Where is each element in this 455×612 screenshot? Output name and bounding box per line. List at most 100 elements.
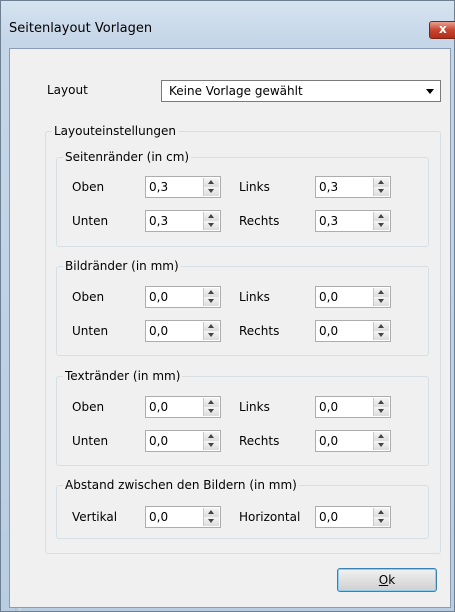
spin-down-button[interactable] (374, 441, 389, 450)
image-bottom-value: 0,0 (149, 324, 169, 338)
text-bottom-value: 0,0 (149, 434, 169, 448)
spin-down-button[interactable] (374, 407, 389, 416)
horizontal-spinner[interactable]: 0,0 (315, 506, 391, 528)
image-left-spinner[interactable]: 0,0 (315, 286, 391, 308)
spin-down-button[interactable] (374, 187, 389, 196)
arrow-up-icon (378, 324, 384, 328)
page-bottom-label: Unten (72, 214, 109, 228)
layout-dropdown-value: Keine Vorlage gewählt (169, 84, 303, 98)
text-top-label: Oben (72, 400, 105, 414)
text-right-value: 0,0 (319, 434, 339, 448)
layout-settings-title: Layouteinstellungen (52, 124, 178, 138)
arrow-down-icon (378, 333, 384, 337)
image-right-value: 0,0 (319, 324, 339, 338)
arrow-down-icon (378, 299, 384, 303)
layout-label: Layout (47, 83, 88, 97)
arrow-down-icon (208, 409, 214, 413)
arrow-up-icon (208, 290, 214, 294)
ok-label-rest: k (388, 573, 396, 587)
image-margins-group: Bildränder (in mm) (56, 259, 429, 356)
page-right-spinner[interactable]: 0,3 (315, 210, 391, 232)
image-right-spinner[interactable]: 0,0 (315, 320, 391, 342)
arrow-down-icon (378, 443, 384, 447)
image-left-value: 0,0 (319, 290, 339, 304)
image-top-spinner[interactable]: 0,0 (145, 286, 221, 308)
arrow-up-icon (378, 180, 384, 184)
ok-mnemonic: O (378, 573, 389, 587)
spin-down-button[interactable] (204, 331, 219, 340)
ok-button-label: Ok (338, 573, 436, 587)
spin-down-button[interactable] (204, 297, 219, 306)
image-right-label: Rechts (239, 324, 280, 338)
text-bottom-spinner[interactable]: 0,0 (145, 430, 221, 452)
spin-down-button[interactable] (204, 441, 219, 450)
page-bottom-value: 0,3 (149, 214, 169, 228)
page-left-label: Links (239, 180, 270, 194)
text-left-value: 0,0 (319, 400, 339, 414)
close-button[interactable]: x (429, 21, 455, 39)
horizontal-label: Horizontal (239, 510, 301, 524)
arrow-down-icon (378, 409, 384, 413)
arrow-up-icon (378, 434, 384, 438)
text-margins-title: Textränder (in mm) (63, 369, 183, 383)
dropdown-arrow-icon (426, 89, 434, 94)
arrow-up-icon (378, 290, 384, 294)
spin-down-button[interactable] (204, 187, 219, 196)
arrow-up-icon (378, 400, 384, 404)
page-bottom-spinner[interactable]: 0,3 (145, 210, 221, 232)
spin-down-button[interactable] (374, 517, 389, 526)
spin-down-button[interactable] (204, 407, 219, 416)
window-title: Seitenlayout Vorlagen (9, 21, 153, 36)
vertical-label: Vertikal (72, 510, 118, 524)
image-left-label: Links (239, 290, 270, 304)
image-bottom-spinner[interactable]: 0,0 (145, 320, 221, 342)
arrow-down-icon (208, 223, 214, 227)
arrow-down-icon (208, 189, 214, 193)
close-icon: x (439, 22, 447, 36)
spacing-title: Abstand zwischen den Bildern (in mm) (63, 478, 299, 492)
image-margins-title: Bildränder (in mm) (63, 259, 181, 273)
ok-button[interactable]: Ok (337, 568, 437, 592)
arrow-up-icon (208, 400, 214, 404)
spin-down-button[interactable] (374, 297, 389, 306)
arrow-down-icon (208, 299, 214, 303)
arrow-up-icon (208, 214, 214, 218)
image-bottom-label: Unten (72, 324, 109, 338)
vertical-spinner[interactable]: 0,0 (145, 506, 221, 528)
text-right-spinner[interactable]: 0,0 (315, 430, 391, 452)
arrow-down-icon (378, 189, 384, 193)
text-top-spinner[interactable]: 0,0 (145, 396, 221, 418)
text-right-label: Rechts (239, 434, 280, 448)
spin-down-button[interactable] (374, 331, 389, 340)
text-bottom-label: Unten (72, 434, 109, 448)
arrow-down-icon (378, 519, 384, 523)
page-top-value: 0,3 (149, 180, 169, 194)
arrow-up-icon (208, 324, 214, 328)
page-right-label: Rechts (239, 214, 280, 228)
arrow-up-icon (208, 180, 214, 184)
arrow-up-icon (378, 510, 384, 514)
image-top-value: 0,0 (149, 290, 169, 304)
arrow-down-icon (208, 519, 214, 523)
arrow-down-icon (378, 223, 384, 227)
vertical-value: 0,0 (149, 510, 169, 524)
arrow-down-icon (208, 443, 214, 447)
page-margins-title: Seitenränder (in cm) (63, 150, 192, 164)
horizontal-value: 0,0 (319, 510, 339, 524)
title-bar[interactable]: Seitenlayout Vorlagen x (1, 1, 455, 45)
text-left-label: Links (239, 400, 270, 414)
page-left-value: 0,3 (319, 180, 339, 194)
page-top-spinner[interactable]: 0,3 (145, 176, 221, 198)
layout-dropdown[interactable]: Keine Vorlage gewählt (161, 80, 441, 102)
arrow-up-icon (208, 510, 214, 514)
page-left-spinner[interactable]: 0,3 (315, 176, 391, 198)
image-top-label: Oben (72, 290, 105, 304)
text-margins-group: Textränder (in mm) (56, 369, 429, 466)
arrow-up-icon (378, 214, 384, 218)
spin-down-button[interactable] (204, 221, 219, 230)
spin-down-button[interactable] (204, 517, 219, 526)
arrow-down-icon (208, 333, 214, 337)
text-left-spinner[interactable]: 0,0 (315, 396, 391, 418)
text-top-value: 0,0 (149, 400, 169, 414)
spin-down-button[interactable] (374, 221, 389, 230)
